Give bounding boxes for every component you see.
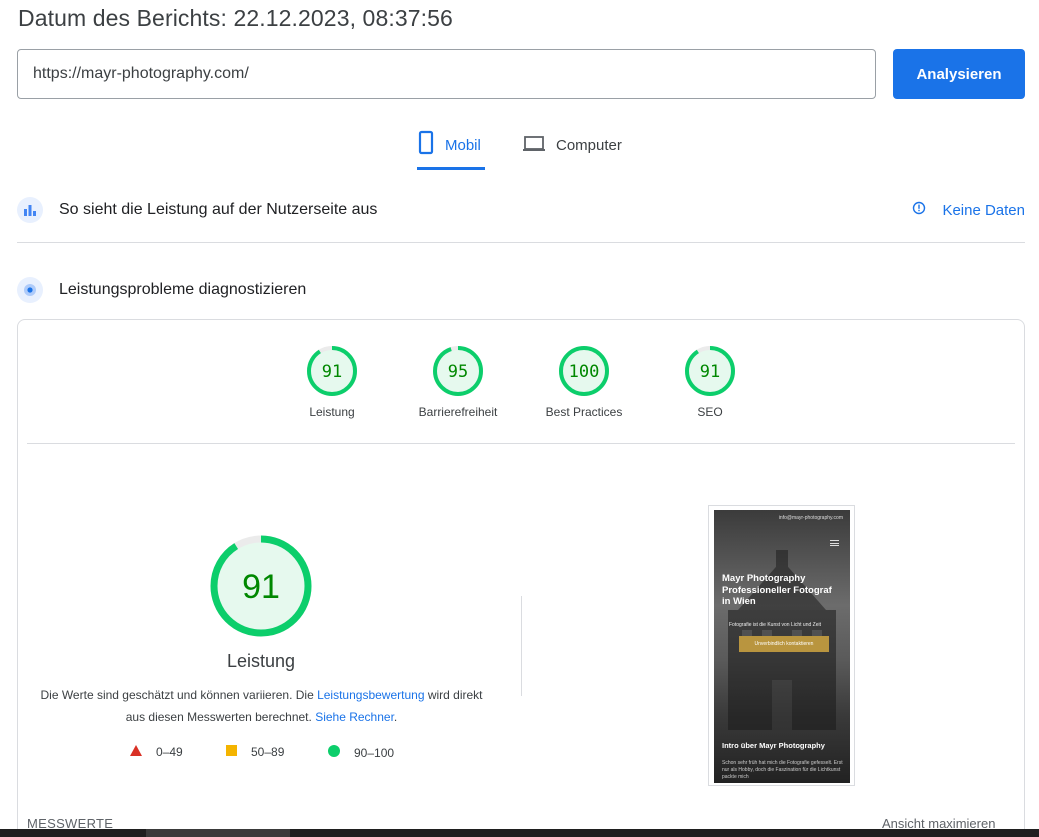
section-divider (17, 242, 1025, 243)
score-value: 95 (448, 362, 468, 382)
gauge-ring: 95 (433, 346, 483, 396)
report-date: Datum des Berichts: 22.12.2023, 08:37:56 (18, 5, 453, 31)
red-triangle-icon (130, 745, 142, 759)
score-gauge-performance[interactable]: 91 Leistung (267, 345, 397, 419)
no-data-link[interactable]: Keine Daten (912, 201, 1025, 219)
analyze-button[interactable]: Analysieren (893, 49, 1025, 99)
score-gauge-best-practices[interactable]: 100 Best Practices (519, 345, 649, 419)
performance-score: 91 (242, 568, 280, 606)
score-label: Best Practices (545, 405, 623, 419)
menu-icon (830, 540, 839, 546)
smartphone-icon (417, 130, 435, 160)
gauge-ring: 91 (685, 346, 735, 396)
lab-data-header: Leistungsprobleme diagnostizieren (17, 270, 1025, 310)
score-label: Leistung (309, 405, 355, 419)
card-divider (27, 443, 1015, 444)
legend-label: 0–49 (156, 745, 183, 759)
scrollbar-thumb[interactable] (146, 829, 290, 837)
field-data-icon (17, 197, 43, 223)
score-gauge-accessibility[interactable]: 95 Barrierefreiheit (393, 345, 523, 419)
performance-gauge: 91 (210, 535, 312, 637)
legend-item-pass: 90–100 (328, 745, 394, 760)
vertical-divider (521, 596, 522, 696)
lab-data-title: Leistungsprobleme diagnostizieren (59, 281, 307, 298)
preview-cta: Unverbindlich kontaktieren (739, 636, 829, 652)
preview-paragraph: Schon sehr früh hat mich die Fotografie … (722, 760, 843, 780)
field-data-title: So sieht die Leistung auf der Nutzerseit… (59, 201, 378, 218)
scoring-link[interactable]: Leistungsbewertung (317, 688, 424, 702)
url-input[interactable] (17, 49, 876, 99)
legend-label: 50–89 (251, 745, 285, 759)
info-icon (912, 201, 926, 219)
score-gauge-seo[interactable]: 91 SEO (645, 345, 775, 419)
no-data-label: Keine Daten (942, 201, 1025, 219)
calculator-link[interactable]: Siehe Rechner (315, 710, 394, 724)
bottom-scrollbar[interactable] (0, 829, 1039, 837)
lab-data-icon (17, 277, 43, 303)
gauge-ring: 91 (307, 346, 357, 396)
desc-text: . (393, 710, 398, 724)
performance-title: Leistung (226, 651, 296, 671)
performance-description: Die Werte sind geschätzt und können vari… (40, 684, 483, 728)
field-data-header: So sieht die Leistung auf der Nutzerseit… (17, 190, 1025, 230)
gauge-ring: 100 (559, 346, 609, 396)
legend-item-fail: 0–49 (130, 745, 183, 759)
legend-label: 90–100 (354, 745, 395, 760)
page-screenshot: info@mayr-photography.com Mayr Photograp… (708, 505, 855, 786)
desc-text: Die Werte sind geschätzt und können vari… (40, 688, 318, 702)
orange-square-icon (226, 745, 237, 759)
legend-item-average: 50–89 (226, 745, 284, 759)
preview-hero: Mayr Photography Professioneller Fotogra… (722, 573, 846, 608)
score-value: 100 (569, 362, 600, 382)
screenshot-content: info@mayr-photography.com Mayr Photograp… (714, 510, 850, 783)
hero-line: Professioneller Fotograf (722, 584, 832, 596)
green-circle-icon (328, 745, 340, 760)
tab-desktop-label: Computer (556, 137, 622, 154)
score-value: 91 (322, 362, 342, 382)
hero-line: Mayr Photography (722, 573, 806, 584)
score-value: 91 (700, 362, 720, 382)
preview-intro-heading: Intro über Mayr Photography (722, 741, 825, 750)
score-label: SEO (697, 405, 723, 419)
hero-line: in Wien (722, 596, 756, 607)
tab-mobile[interactable]: Mobil (417, 130, 485, 170)
tab-mobile-label: Mobil (445, 137, 481, 154)
score-label: Barrierefreiheit (418, 405, 498, 419)
laptop-icon (522, 130, 546, 160)
preview-email: info@mayr-photography.com (778, 515, 843, 521)
preview-subtitle: Fotografie ist die Kunst von Licht und Z… (729, 622, 821, 628)
tab-desktop[interactable]: Computer (522, 130, 622, 170)
